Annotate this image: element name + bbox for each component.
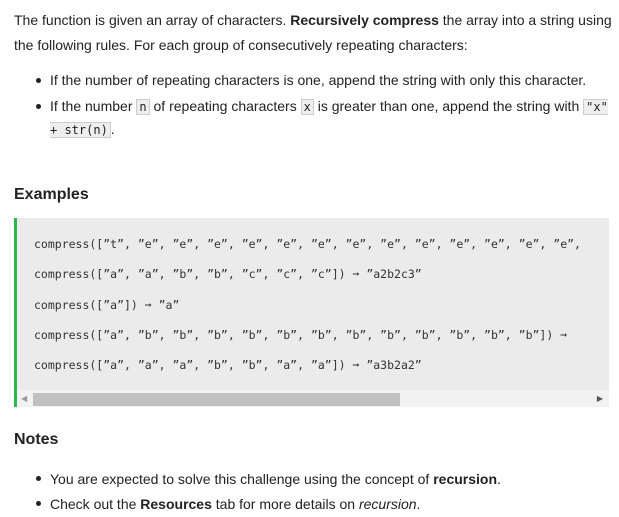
scrollbar-thumb[interactable] bbox=[33, 393, 400, 406]
code-line: compress([”t”, ”e”, ”e”, ”e”, ”e”, ”e”, … bbox=[34, 237, 581, 251]
notes-heading: Notes bbox=[14, 431, 59, 448]
code-line: compress([”a”, ”b”, ”b”, ”b”, ”b”, ”b”, … bbox=[34, 328, 568, 342]
rules-list: If the number of repeating characters is… bbox=[36, 69, 611, 141]
code-line: compress([”a”, ”a”, ”a”, ”b”, ”b”, ”a”, … bbox=[34, 358, 422, 372]
bold-text: Recursively compress bbox=[290, 12, 439, 28]
notes-list: You are expected to solve this challenge… bbox=[36, 467, 611, 517]
examples-heading: Examples bbox=[14, 186, 89, 203]
list-item: If the number n of repeating characters … bbox=[36, 95, 611, 141]
horizontal-scrollbar[interactable]: ◀ ▶ bbox=[17, 390, 609, 407]
scroll-right-icon[interactable]: ▶ bbox=[597, 394, 603, 403]
code-block: compress([”t”, ”e”, ”e”, ”e”, ”e”, ”e”, … bbox=[14, 218, 609, 407]
inline-code: n bbox=[136, 99, 150, 115]
list-item: Check out the Resources tab for more det… bbox=[36, 492, 611, 517]
inline-code: x bbox=[300, 99, 314, 115]
intro-text: The function is given an array of charac… bbox=[14, 12, 612, 53]
code-line: compress([”a”, ”a”, ”b”, ”b”, ”c”, ”c”, … bbox=[34, 267, 422, 281]
code-line: compress([”a”]) ➞ ”a” bbox=[34, 298, 180, 312]
scroll-left-icon[interactable]: ◀ bbox=[21, 394, 27, 403]
list-item: You are expected to solve this challenge… bbox=[36, 467, 611, 492]
list-item: If the number of repeating characters is… bbox=[36, 69, 611, 91]
